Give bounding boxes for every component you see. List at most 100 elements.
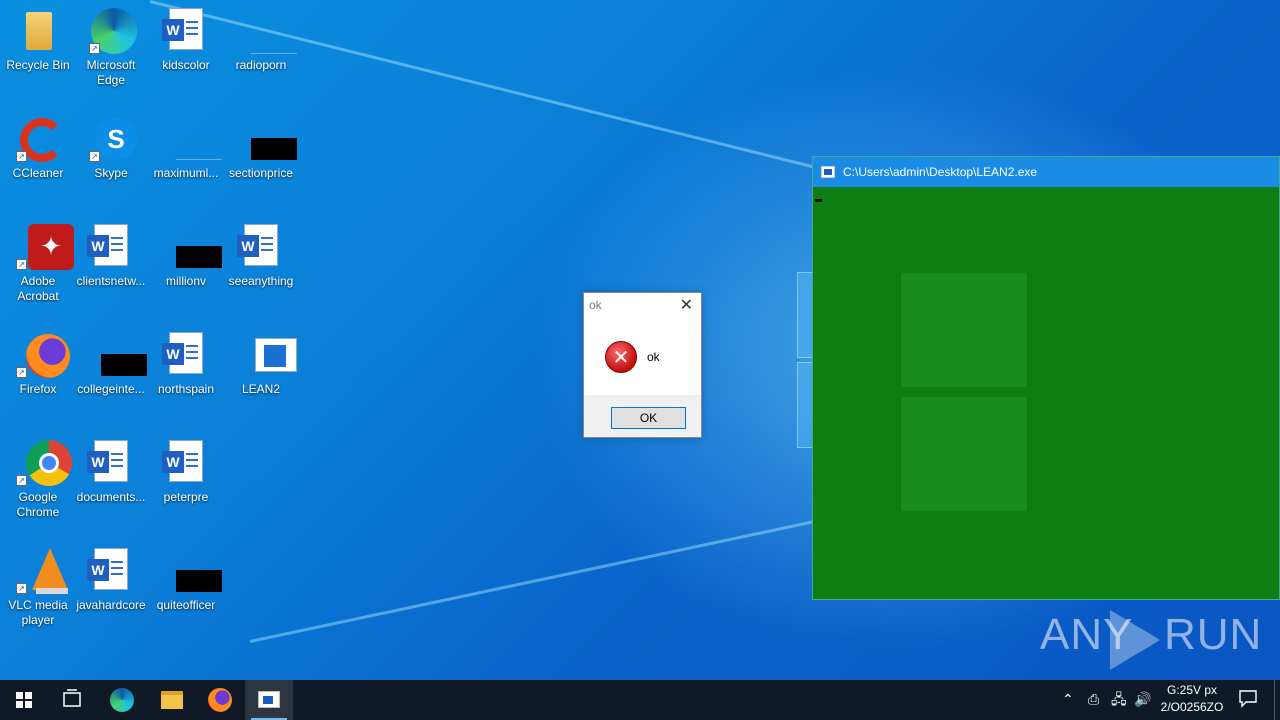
firefox-icon — [208, 688, 232, 712]
clock[interactable]: G:25V px 2/O0256ZO — [1150, 682, 1234, 716]
taskbar-lean2-console[interactable] — [245, 680, 293, 720]
file-icon — [162, 224, 222, 272]
taskbar-file-explorer[interactable] — [148, 680, 196, 720]
desktop-icon-adobe-acrobat[interactable]: ✦ ↗ Adobe Acrobat — [0, 224, 76, 304]
desktop-icon-label: Firefox — [19, 382, 57, 396]
desktop-icon-radioporn[interactable]: radioporn — [223, 8, 299, 73]
edge-icon — [110, 688, 134, 712]
start-icon — [16, 692, 32, 708]
desktop-icon-firefox[interactable]: ↗ Firefox — [0, 332, 76, 397]
play-icon — [1110, 610, 1160, 670]
shortcut-arrow-icon: ↗ — [16, 475, 27, 486]
desktop-icon-edge[interactable]: ↗ Microsoft Edge — [73, 8, 149, 88]
desktop-icon-vlc[interactable]: ↗ VLC media player — [0, 548, 76, 628]
desktop-icon-label: quiteofficer — [156, 598, 216, 612]
taskbar-edge[interactable] — [98, 680, 146, 720]
shortcut-arrow-icon: ↗ — [89, 151, 100, 162]
watermark-right-text: RUN — [1164, 610, 1263, 659]
wallpaper-beam — [249, 511, 857, 643]
message-box[interactable]: ok ✕ ✕ ok OK — [583, 292, 702, 438]
message-box-text: ok — [647, 350, 660, 364]
show-desktop-button[interactable] — [1274, 680, 1280, 720]
acrobat-icon: ✦ ↗ — [14, 224, 74, 272]
file-icon — [87, 332, 147, 380]
word-document-icon: W — [87, 440, 135, 488]
desktop-icon-northspain[interactable]: W northspain — [148, 332, 224, 397]
shortcut-arrow-icon: ↗ — [16, 583, 27, 594]
console-window[interactable]: C:\Users\admin\Desktop\LEAN2.exe — [812, 156, 1280, 600]
desktop-icon-ccleaner[interactable]: ↗ CCleaner — [0, 116, 76, 181]
notification-center-icon[interactable] — [1238, 688, 1258, 714]
desktop-icon-google-chrome[interactable]: ↗ Google Chrome — [0, 440, 76, 520]
vlc-icon: ↗ — [14, 548, 68, 596]
desktop-icon-javahardcore[interactable]: W javahardcore — [73, 548, 149, 613]
desktop-icon-skype[interactable]: S ↗ Skype — [73, 116, 149, 181]
desktop-icon-label: seeanything — [228, 274, 294, 288]
volume-icon[interactable]: 🔊 — [1134, 690, 1151, 710]
ok-button[interactable]: OK — [611, 407, 686, 429]
desktop: Recycle Bin ↗ Microsoft Edge W kidscolor… — [0, 0, 1280, 680]
executable-icon — [237, 332, 297, 380]
desktop-icon-label: CCleaner — [12, 166, 64, 180]
desktop-icon-label: millionv — [165, 274, 206, 288]
desktop-icon-label: kidscolor — [162, 58, 210, 72]
desktop-icon-label: Recycle Bin — [6, 58, 70, 72]
start-button[interactable] — [0, 680, 48, 720]
desktop-icon-seeanything[interactable]: W seeanything — [223, 224, 299, 289]
shortcut-arrow-icon: ↗ — [16, 151, 27, 162]
desktop-icon-lean2[interactable]: LEAN2 — [223, 332, 299, 397]
skype-icon: S ↗ — [87, 116, 137, 164]
recycle-bin-icon — [14, 8, 62, 56]
desktop-icon-sectionprice[interactable]: sectionprice — [223, 116, 299, 181]
desktop-icon-peterpre[interactable]: W peterpre — [148, 440, 224, 505]
file-icon — [162, 548, 222, 596]
file-icon — [237, 8, 297, 56]
desktop-icon-label: VLC media player — [8, 598, 68, 627]
task-view-button[interactable] — [48, 680, 96, 720]
word-document-icon: W — [162, 332, 210, 380]
taskbar: ⌃ ⎙ 🖧 🔊 G:25V px 2/O0256ZO — [0, 680, 1280, 720]
file-icon — [237, 116, 297, 164]
error-icon: ✕ — [605, 341, 637, 373]
wallpaper-logo-reflection — [901, 397, 1027, 511]
word-document-icon: W — [87, 548, 135, 596]
clock-date: 2/O0256ZO — [1160, 700, 1224, 714]
meet-now-icon[interactable]: ⎙ — [1088, 690, 1099, 710]
desktop-icon-label: maximuml... — [153, 166, 219, 180]
shortcut-arrow-icon: ↗ — [16, 367, 27, 378]
firefox-icon: ↗ — [14, 332, 70, 380]
desktop-icon-recycle-bin[interactable]: Recycle Bin — [0, 8, 76, 73]
word-document-icon: W — [162, 8, 210, 56]
desktop-icon-quiteofficer[interactable]: quiteofficer — [148, 548, 224, 613]
message-box-footer: OK — [584, 395, 701, 437]
console-titlebar[interactable]: C:\Users\admin\Desktop\LEAN2.exe — [813, 157, 1279, 187]
shortcut-arrow-icon: ↗ — [16, 259, 27, 270]
desktop-icon-label: LEAN2 — [241, 382, 281, 396]
close-icon[interactable]: ✕ — [680, 297, 693, 313]
desktop-icon-millionv[interactable]: millionv — [148, 224, 224, 289]
taskbar-firefox[interactable] — [196, 680, 244, 720]
chrome-icon: ↗ — [14, 440, 72, 488]
desktop-icon-label: collegeinte... — [77, 382, 145, 396]
network-icon[interactable]: 🖧 — [1111, 690, 1127, 710]
clock-time: G:25V px — [1166, 683, 1218, 697]
desktop-icon-label: Google Chrome — [16, 490, 60, 519]
edge-icon: ↗ — [87, 8, 137, 56]
desktop-icon-label: sectionprice — [228, 166, 294, 180]
desktop-icon-label: northspain — [157, 382, 215, 396]
task-view-icon — [63, 689, 81, 707]
desktop-icon-maximuml[interactable]: maximuml... — [148, 116, 224, 181]
anyrun-watermark: ANY RUN — [1040, 610, 1261, 670]
desktop-icon-clientsnetw[interactable]: W clientsnetw... — [73, 224, 149, 289]
console-cursor — [815, 199, 822, 202]
chevron-up-icon[interactable]: ⌃ — [1062, 690, 1074, 710]
desktop-icon-documents[interactable]: W documents... — [73, 440, 149, 505]
desktop-icon-collegeinte[interactable]: collegeinte... — [73, 332, 149, 397]
desktop-icon-label: documents... — [76, 490, 146, 504]
desktop-icon-label: Adobe Acrobat — [17, 274, 59, 303]
desktop-icon-label: Skype — [94, 166, 128, 180]
word-document-icon: W — [162, 440, 210, 488]
console-body[interactable] — [813, 187, 1279, 599]
shortcut-arrow-icon: ↗ — [89, 43, 100, 54]
desktop-icon-kidscolor[interactable]: W kidscolor — [148, 8, 224, 73]
